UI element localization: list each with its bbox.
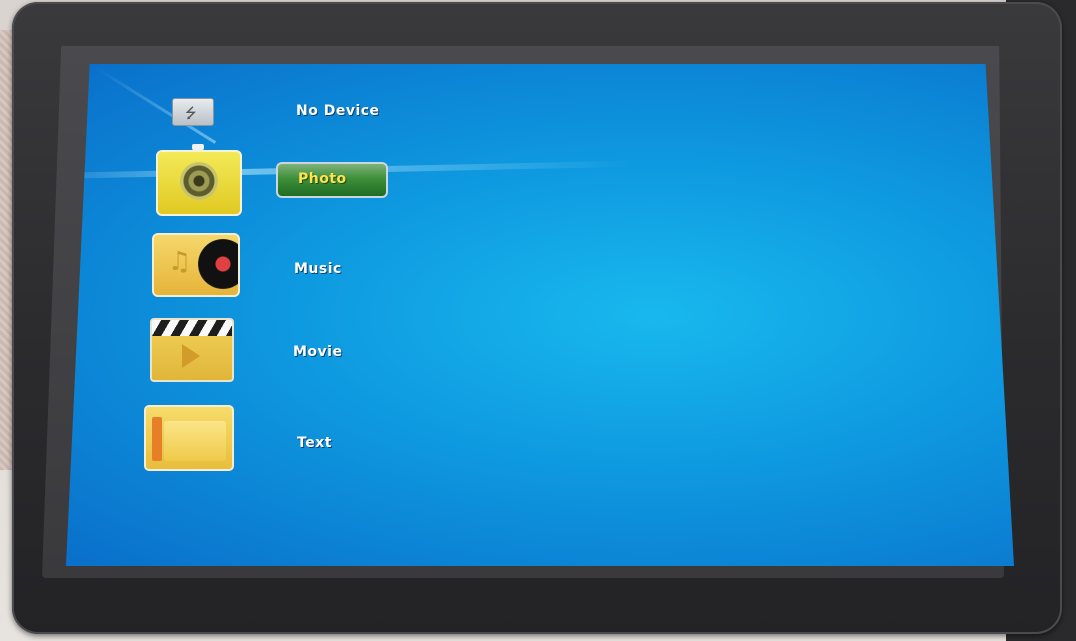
record-disc-icon [198,239,238,289]
camera-icon[interactable] [156,144,242,216]
menu-item-music[interactable]: Music [294,261,342,277]
music-icon[interactable]: ♫ [152,233,240,297]
play-icon [182,344,200,368]
menu-item-label: Photo [298,171,347,187]
movie-icon[interactable] [150,318,234,382]
usb-symbol-icon: ⭍ [185,106,197,122]
menu-item-photo[interactable]: Photo [276,162,388,198]
menu-item-text[interactable]: Text [297,435,332,451]
device-status-label: No Device [296,103,380,119]
usb-drive-icon: ⭍ [172,98,214,126]
folder-icon[interactable] [144,405,234,471]
menu-item-movie[interactable]: Movie [293,344,342,360]
media-menu-screen [66,64,1014,566]
camera-top-icon [192,144,204,150]
bookmark-tab-icon [152,417,162,461]
clapper-icon [152,320,232,336]
camera-lens-icon [180,162,218,200]
music-note-icon: ♫ [168,247,192,277]
folder-flap-icon [164,421,226,461]
